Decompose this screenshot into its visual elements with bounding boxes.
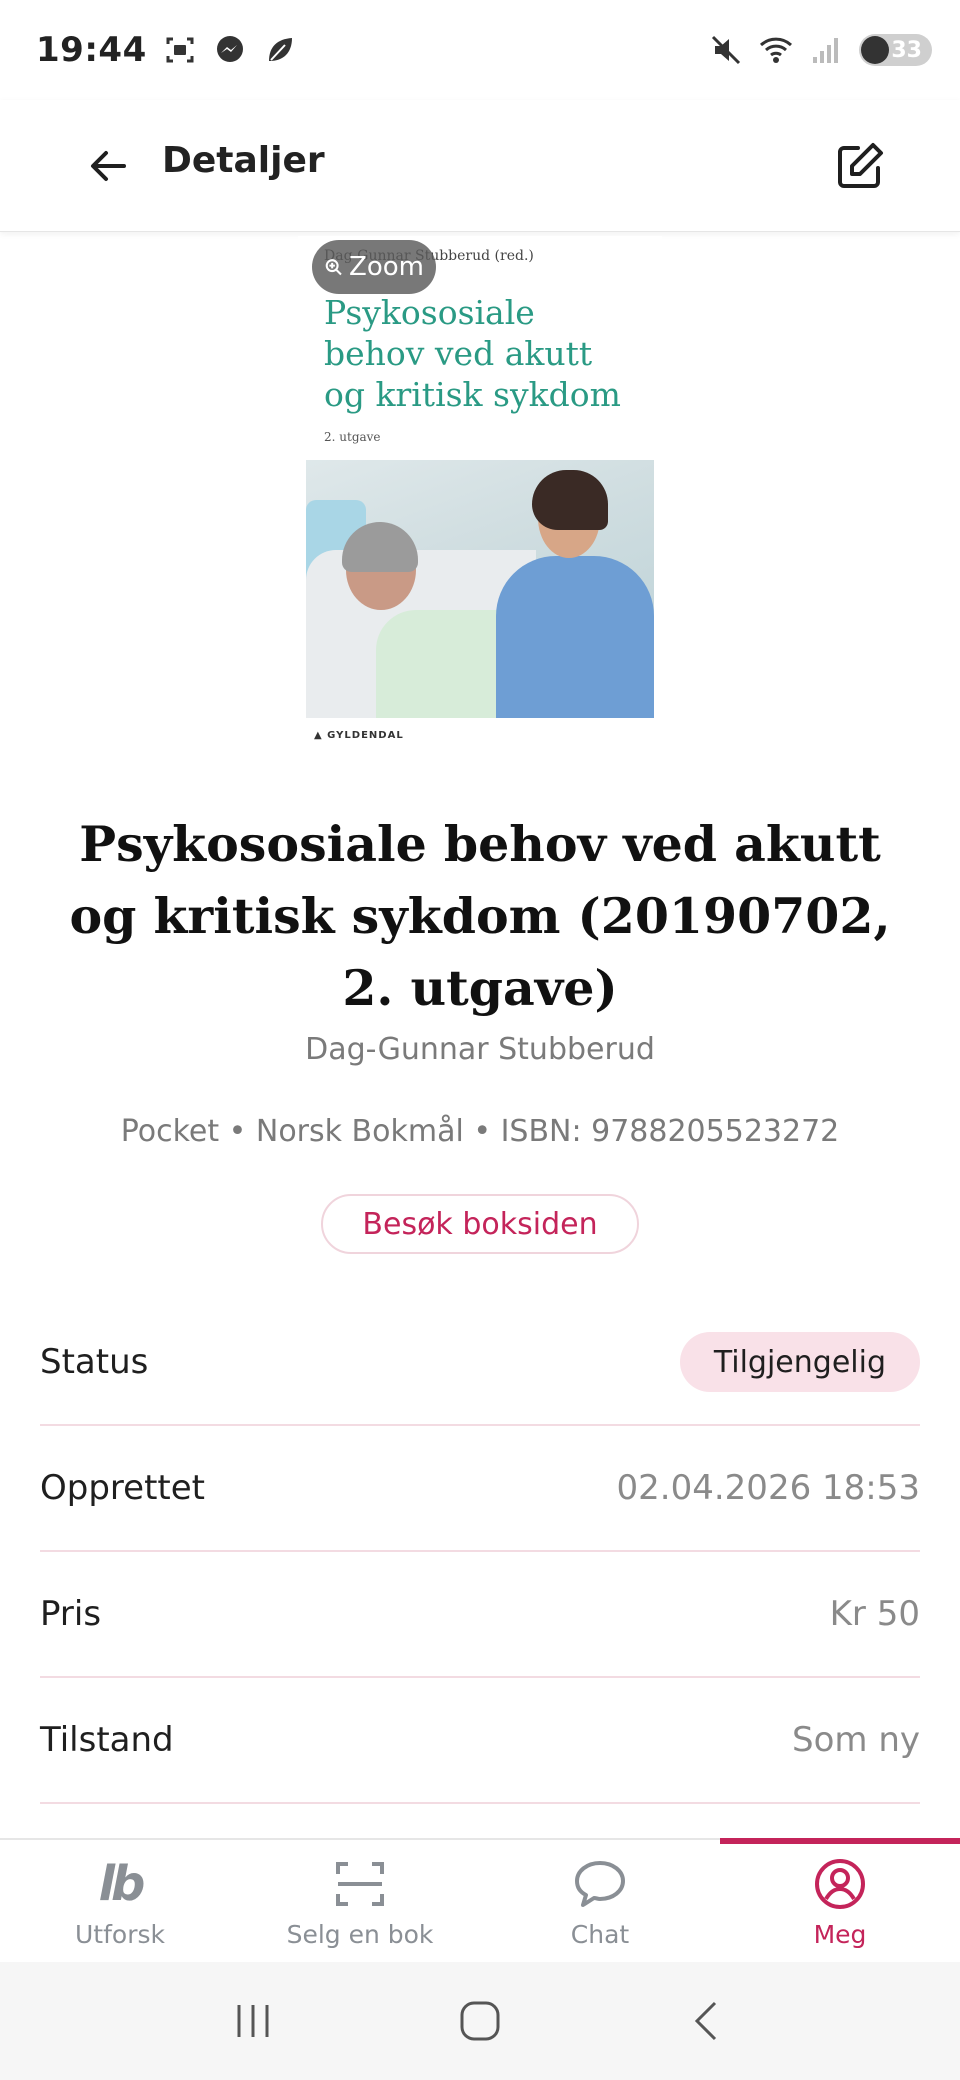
detail-value: Som ny xyxy=(792,1720,920,1760)
signal-icon xyxy=(813,38,839,63)
photo-nurse-hair xyxy=(532,470,608,530)
detail-label: Tilstand xyxy=(40,1720,174,1760)
battery-icon: 33 xyxy=(859,34,932,66)
leaf-icon xyxy=(268,38,292,61)
nav-item-chat[interactable]: Chat xyxy=(480,1840,720,1962)
nav-label: Utforsk xyxy=(75,1920,165,1949)
cover-title-line: og kritisk sykdom xyxy=(324,375,621,414)
mute-icon xyxy=(712,35,741,65)
home-button[interactable] xyxy=(450,1991,510,2051)
back-button[interactable] xyxy=(80,138,136,194)
wifi-icon xyxy=(760,37,793,63)
chat-svg xyxy=(575,1861,625,1907)
nav-label: Selg en bok xyxy=(286,1920,434,1949)
visit-book-page-button[interactable]: Besøk boksiden xyxy=(321,1194,639,1254)
system-navigation-bar xyxy=(0,1962,960,2080)
cover-edition: 2. utgave xyxy=(324,430,381,444)
recent-apps-icon xyxy=(237,2005,269,2037)
zoom-label: Zoom xyxy=(349,252,424,282)
nav-item-utforsk[interactable]: lb Utforsk xyxy=(0,1840,240,1962)
cover-publisher: ▲ GYLDENDAL xyxy=(314,730,404,741)
book-meta: Pocket • Norsk Bokmål • ISBN: 9788205523… xyxy=(120,1114,840,1149)
status-bar-left: 19:44 xyxy=(36,30,297,70)
chat-icon xyxy=(573,1856,627,1912)
book-title: Psykososiale behov ved akutt og kritisk … xyxy=(69,815,891,1017)
edit-button[interactable] xyxy=(828,134,892,198)
nav-item-selg-en-bok[interactable]: Selg en bok xyxy=(240,1840,480,1962)
detail-label: Pris xyxy=(40,1594,102,1634)
cover-photo xyxy=(306,460,654,718)
photo-nurse xyxy=(496,556,654,718)
arrow-left-icon xyxy=(91,151,126,181)
nav-label: Chat xyxy=(570,1920,630,1949)
detail-row-condition: Tilstand Som ny xyxy=(40,1678,920,1804)
lb-logo-text: lb xyxy=(98,1856,146,1912)
screenshot-icon xyxy=(166,37,194,63)
nav-label: Meg xyxy=(813,1920,867,1949)
recent-apps-button[interactable] xyxy=(223,1991,283,2051)
detail-label: Status xyxy=(40,1342,149,1382)
detail-label: Opprettet xyxy=(40,1468,205,1508)
chevron-left-icon xyxy=(694,2001,716,2041)
detail-row-created: Opprettet 02.04.2026 18:53 xyxy=(40,1426,920,1552)
detail-value: Kr 50 xyxy=(829,1594,920,1634)
zoom-button[interactable]: Zoom xyxy=(312,240,436,294)
page-title: Detaljer xyxy=(162,140,325,181)
cover-publisher-name: GYLDENDAL xyxy=(327,730,404,741)
cover-title-line: Psykososiale xyxy=(324,293,535,332)
cover-title-line: behov ved akutt xyxy=(324,334,593,373)
details-list: Status Tilgjengelig Opprettet 02.04.2026… xyxy=(40,1300,920,1804)
profile-svg xyxy=(815,1859,865,1909)
status-bar-right: 33 xyxy=(709,33,932,67)
scan-svg xyxy=(336,1862,384,1906)
detail-row-price: Pris Kr 50 xyxy=(40,1552,920,1678)
nav-item-meg[interactable]: Meg xyxy=(720,1838,960,1962)
battery-saver-icon xyxy=(861,36,890,64)
detail-value: 02.04.2026 18:53 xyxy=(616,1468,920,1508)
book-author: Dag-Gunnar Stubberud xyxy=(305,1032,655,1067)
cover-title: Psykososiale behov ved akutt og kritisk … xyxy=(324,292,644,415)
profile-icon xyxy=(813,1856,867,1912)
status-badge: Tilgjengelig xyxy=(679,1332,920,1392)
detail-row-status: Status Tilgjengelig xyxy=(40,1300,920,1426)
book-cover-image[interactable]: Dag-Gunnar Stubberud (red.) Psykososiale… xyxy=(298,236,662,752)
status-time: 19:44 xyxy=(36,30,147,70)
system-back-button[interactable] xyxy=(677,1991,737,2051)
zoom-in-icon xyxy=(325,259,342,276)
scan-icon xyxy=(334,1856,386,1912)
bottom-navigation: lb Utforsk Selg en bok Chat Meg xyxy=(0,1838,960,1962)
edit-icon xyxy=(838,143,883,188)
status-bar: 19:44 33 xyxy=(0,0,960,100)
battery-level: 33 xyxy=(891,37,922,63)
lb-logo-icon: lb xyxy=(98,1856,146,1912)
app-bar: Detaljer xyxy=(0,100,960,232)
messenger-icon xyxy=(216,36,243,62)
home-icon xyxy=(460,2001,500,2041)
